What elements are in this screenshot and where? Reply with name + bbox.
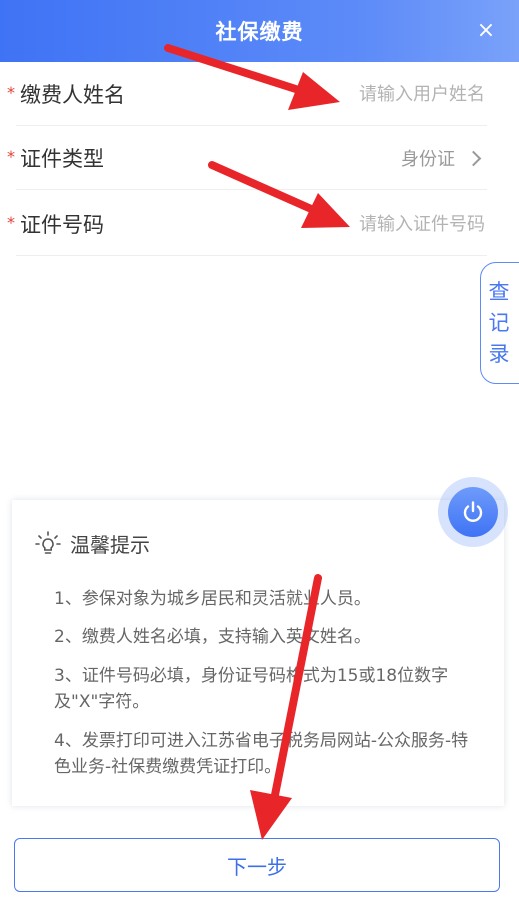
record-tab-char: 查 bbox=[488, 279, 510, 304]
id-number-label: 证件号码 bbox=[20, 213, 104, 237]
page-title: 社保缴费 bbox=[215, 20, 304, 44]
divider bbox=[16, 255, 487, 256]
tips-title: 温馨提示 bbox=[70, 533, 150, 557]
header-bar: 社保缴费 × bbox=[0, 0, 519, 62]
tip-item: 3、证件号码必填，身份证号码格式为15或18位数字及"X"字符。 bbox=[54, 666, 449, 712]
required-mark: * bbox=[7, 83, 15, 102]
id-type-label: 证件类型 bbox=[20, 147, 104, 171]
form-row-id-number: * 证件号码 bbox=[0, 192, 519, 256]
divider bbox=[16, 189, 487, 190]
id-type-value[interactable]: 身份证 bbox=[401, 145, 455, 171]
tips-header: 温馨提示 bbox=[34, 529, 150, 558]
tip-item: 4、发票打印可进入江苏省电子税务局网站-公众服务-特色业务-社保费缴费凭证打印。 bbox=[54, 731, 469, 777]
next-step-button[interactable]: 下一步 bbox=[14, 838, 500, 892]
record-tab-char: 录 bbox=[488, 341, 510, 366]
chevron-right-icon[interactable] bbox=[465, 150, 482, 166]
required-mark: * bbox=[7, 147, 15, 166]
id-number-input[interactable] bbox=[285, 213, 485, 235]
close-icon[interactable]: × bbox=[473, 18, 499, 44]
power-button[interactable] bbox=[438, 477, 508, 547]
form-row-id-type[interactable]: * 证件类型 身份证 bbox=[0, 126, 519, 190]
tips-card: 温馨提示 1、参保对象为城乡居民和灵活就业人员。 2、缴费人姓名必填，支持输入英… bbox=[12, 500, 504, 806]
query-record-tab[interactable]: 查 记 录 bbox=[480, 262, 519, 384]
required-mark: * bbox=[7, 213, 15, 232]
tip-item: 1、参保对象为城乡居民和灵活就业人员。 bbox=[54, 589, 371, 609]
record-tab-char: 记 bbox=[488, 310, 510, 335]
power-button-inner bbox=[448, 487, 498, 537]
lightbulb-icon bbox=[35, 530, 61, 554]
power-icon bbox=[463, 501, 483, 522]
tip-item: 2、缴费人姓名必填，支持输入英文姓名。 bbox=[54, 627, 371, 647]
form-row-name: * 缴费人姓名 bbox=[0, 62, 519, 126]
name-label: 缴费人姓名 bbox=[20, 83, 125, 107]
name-input[interactable] bbox=[285, 83, 485, 105]
